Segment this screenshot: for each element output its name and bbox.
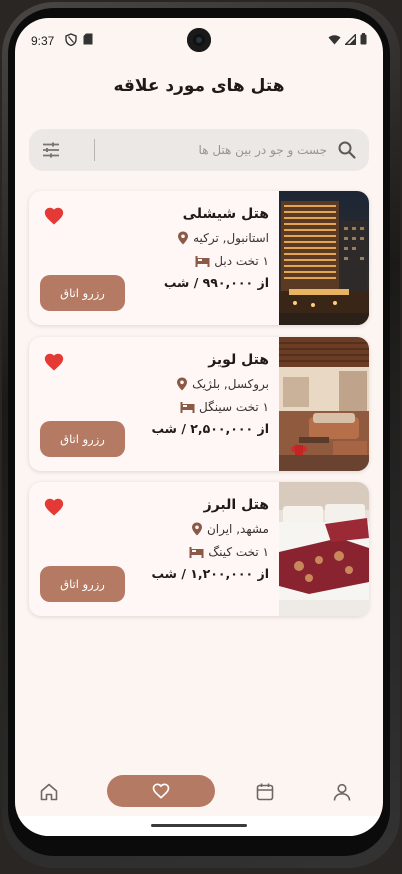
hotel-price: از ۱,۲۰۰,۰۰۰ / شب <box>151 566 269 581</box>
sd-card-icon <box>83 33 93 45</box>
status-right-icons <box>328 33 367 45</box>
favorite-heart-icon[interactable] <box>43 205 65 227</box>
location-pin-icon <box>191 522 202 536</box>
hotel-location: مشهد, ایران <box>191 522 269 536</box>
nav-favorites[interactable] <box>107 775 215 807</box>
hotel-bed: ۱ تخت دبل <box>195 254 269 268</box>
home-icon <box>40 783 58 801</box>
location-pin-icon <box>177 377 188 391</box>
book-room-button[interactable]: رزرو اتاق <box>40 566 125 602</box>
hotel-name: هتل لویز <box>208 352 269 368</box>
hotel-location-text: مشهد, ایران <box>206 522 269 536</box>
bed-icon <box>195 255 210 267</box>
bed-icon <box>180 401 195 413</box>
hotel-bedroom-photo <box>279 482 369 616</box>
hotel-building-night-photo <box>279 191 369 325</box>
hotel-location: استانبول, ترکیه <box>177 231 269 245</box>
heart-icon <box>152 783 170 799</box>
favorite-heart-icon[interactable] <box>43 496 65 518</box>
wifi-icon <box>328 34 341 44</box>
hotel-name: هتل شیشلی <box>182 206 269 222</box>
signal-icon <box>345 33 356 45</box>
search-bar[interactable] <box>29 129 369 171</box>
hotel-bed: ۱ تخت سینگل <box>180 400 269 414</box>
hotel-bed-text: ۱ تخت سینگل <box>199 400 269 414</box>
app-screen: 9:37 هتل های مورد علاقه جست و جو در بین … <box>15 18 383 836</box>
battery-icon <box>360 33 367 45</box>
bottom-nav <box>15 772 383 812</box>
location-pin-icon <box>178 231 189 245</box>
profile-icon <box>333 783 351 801</box>
book-room-button[interactable]: رزرو اتاق <box>40 421 125 457</box>
calendar-icon <box>256 783 274 801</box>
hotel-card[interactable]: هتل شیشلی استانبول, ترکیه ۱ تخت دبل از ۹… <box>29 191 369 325</box>
nav-home[interactable] <box>33 776 65 808</box>
page-title: هتل های مورد علاقه <box>113 76 285 96</box>
status-bar: 9:37 <box>15 18 383 64</box>
status-left-icons <box>65 33 93 46</box>
hotel-bed-text: ۱ تخت کینگ <box>208 545 269 559</box>
shield-icon <box>65 33 77 46</box>
hotel-location-text: استانبول, ترکیه <box>193 231 269 245</box>
hotel-location: بروکسل, بلژیک <box>176 377 269 391</box>
bed-icon <box>189 546 204 558</box>
book-room-button[interactable]: رزرو اتاق <box>40 275 125 311</box>
search-divider <box>94 139 95 161</box>
hotel-price: از ۹۹۰,۰۰۰ / شب <box>163 275 269 290</box>
home-indicator[interactable] <box>151 824 247 827</box>
hotel-bed-text: ۱ تخت دبل <box>214 254 269 268</box>
hotel-lounge-room-photo <box>279 337 369 471</box>
nav-bookings[interactable] <box>249 776 281 808</box>
search-icon[interactable] <box>337 140 357 160</box>
hotel-card[interactable]: هتل لویز بروکسل, بلژیک ۱ تخت سینگل از ۲,… <box>29 337 369 471</box>
hotel-name: هتل البرز <box>203 497 269 513</box>
search-input[interactable] <box>117 137 327 163</box>
hotel-price: از ۲,۵۰۰,۰۰۰ / شب <box>151 421 269 436</box>
status-time: 9:37 <box>31 34 55 48</box>
nav-profile[interactable] <box>326 776 358 808</box>
front-camera <box>187 28 211 52</box>
hotel-bed: ۱ تخت کینگ <box>189 545 269 559</box>
filter-sliders-icon[interactable] <box>41 140 61 160</box>
hotel-location-text: بروکسل, بلژیک <box>192 377 269 391</box>
favorite-heart-icon[interactable] <box>43 351 65 373</box>
hotel-card[interactable]: هتل البرز مشهد, ایران ۱ تخت کینگ از ۱,۲۰… <box>29 482 369 616</box>
